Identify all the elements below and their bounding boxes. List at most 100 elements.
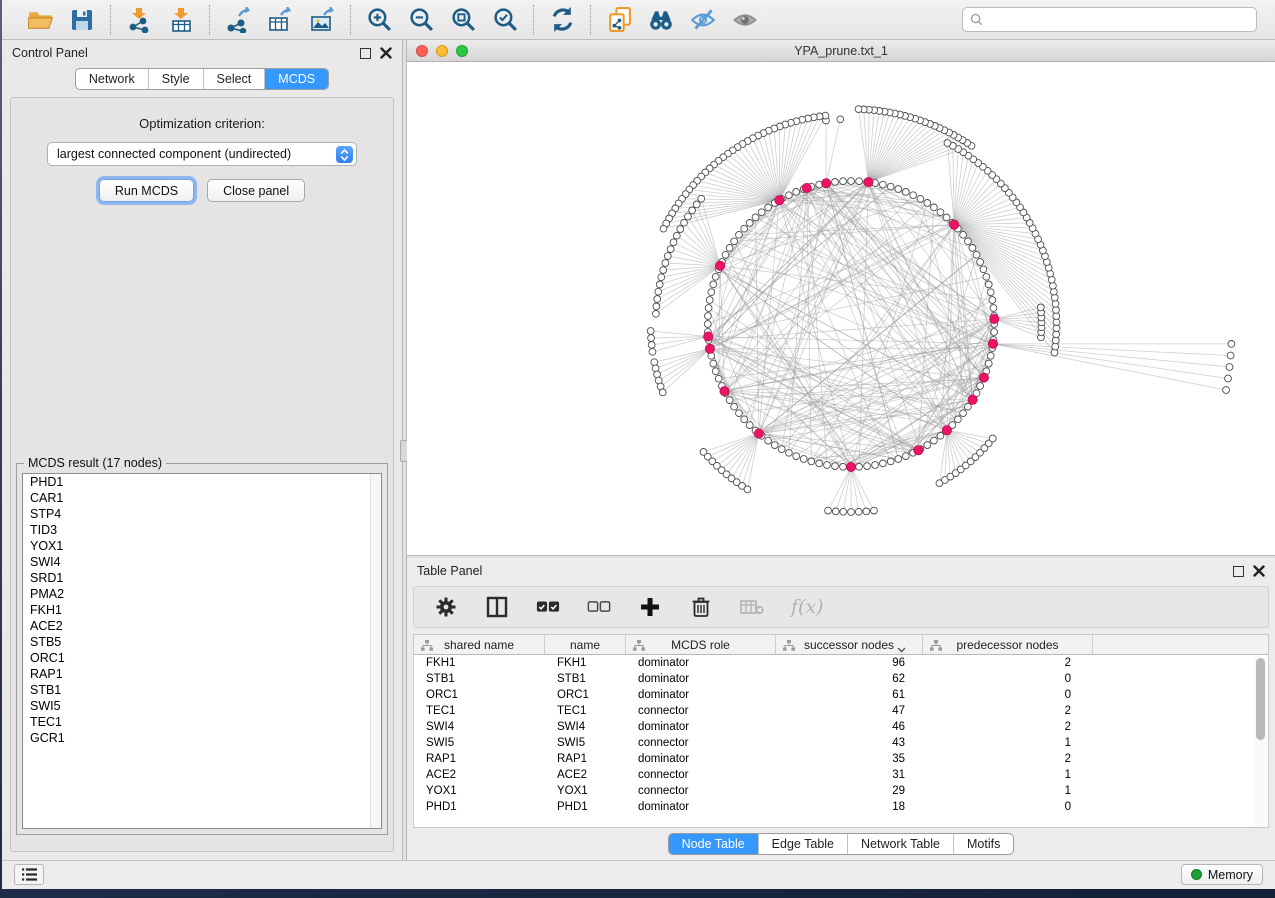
mcds-result-item[interactable]: STP4 [23,506,381,522]
open-file-button[interactable] [22,4,58,36]
export-image-button[interactable] [304,4,340,36]
run-mcds-button[interactable]: Run MCDS [99,179,194,202]
memory-button[interactable]: Memory [1181,864,1263,885]
table-cell: FKH1 [414,655,545,671]
mcds-result-item[interactable]: SRD1 [23,570,381,586]
close-panel-button[interactable]: Close panel [207,179,305,202]
hide-graphics-button[interactable] [685,4,721,36]
mcds-result-item[interactable]: SWI4 [23,554,381,570]
mcds-result-item[interactable]: YOX1 [23,538,381,554]
destroy-table-button[interactable] [740,595,764,619]
control-panel-title: Control Panel [12,46,88,60]
network-window: YPA_prune.txt_1 [407,40,1275,555]
table-row[interactable]: TEC1TEC1connector472 [414,703,1268,719]
network-graph[interactable] [407,62,1275,555]
table-scrollbar[interactable] [1254,656,1267,826]
tab-select[interactable]: Select [203,69,265,89]
show-graphics-button[interactable] [727,4,763,36]
delete-column-button[interactable] [689,595,713,619]
mcds-result-item[interactable]: STB1 [23,682,381,698]
mcds-result-item[interactable]: GCR1 [23,730,381,746]
zoom-selected-icon [492,6,519,33]
tab-motifs[interactable]: Motifs [953,834,1013,854]
table-row[interactable]: PHD1PHD1dominator180 [414,799,1268,815]
table-row[interactable]: ORC1ORC1dominator610 [414,687,1268,703]
import-table-button[interactable] [163,4,199,36]
float-panel-icon[interactable] [360,48,371,59]
table-scrollbar-thumb[interactable] [1256,658,1265,740]
close-table-panel-icon[interactable] [1253,565,1265,577]
mcds-result-item[interactable]: SWI5 [23,698,381,714]
column-header-predecessor-nodes[interactable]: predecessor nodes [923,635,1093,654]
network-window-titlebar[interactable]: YPA_prune.txt_1 [407,40,1275,62]
import-network-button[interactable] [121,4,157,36]
task-history-button[interactable] [14,864,44,885]
mcds-result-item[interactable]: PHD1 [23,474,381,490]
select-stepper-icon [336,146,353,163]
table-cell: RAP1 [545,751,626,767]
tab-style[interactable]: Style [148,69,203,89]
tab-mcds[interactable]: MCDS [264,69,328,89]
mcds-result-item[interactable]: STB5 [23,634,381,650]
mcds-result-list[interactable]: PHD1CAR1STP4TID3YOX1SWI4SRD1PMA2FKH1ACE2… [22,473,382,829]
table-cell: SWI4 [414,719,545,735]
mcds-result-item[interactable]: RAP1 [23,666,381,682]
table-row[interactable]: SWI5SWI5connector431 [414,735,1268,751]
refresh-icon [549,6,576,33]
select-all-button[interactable] [536,595,560,619]
zoom-in-icon [366,6,393,33]
table-settings-button[interactable] [434,595,458,619]
refresh-button[interactable] [544,4,580,36]
export-table-button[interactable] [262,4,298,36]
table-cell: 62 [776,671,923,687]
add-column-button[interactable] [638,595,662,619]
show-column-button[interactable] [485,595,509,619]
table-row[interactable]: FKH1FKH1dominator962 [414,655,1268,671]
first-neighbors-button[interactable] [643,4,679,36]
search-input[interactable] [988,13,1249,27]
open-folder-icon [27,6,54,33]
clone-network-button[interactable] [601,4,637,36]
control-panel-header: Control Panel [2,40,402,66]
zoom-in-button[interactable] [361,4,397,36]
float-table-panel-icon[interactable] [1233,566,1244,577]
tab-edge-table[interactable]: Edge Table [758,834,847,854]
mcds-list-scrollbar[interactable] [370,474,381,828]
search-box[interactable] [962,7,1257,32]
function-builder-button[interactable]: f(x) [791,596,824,618]
table-cell: 2 [923,655,1093,671]
network-canvas[interactable] [407,62,1275,555]
table-row[interactable]: ACE2ACE2connector311 [414,767,1268,783]
zoom-selected-button[interactable] [487,4,523,36]
column-header-mcds-role[interactable]: MCDS role [626,635,776,654]
zoom-fit-icon [450,6,477,33]
mcds-result-item[interactable]: TID3 [23,522,381,538]
zoom-fit-button[interactable] [445,4,481,36]
optimization-select[interactable]: largest connected component (undirected) [47,142,357,166]
tab-node-table[interactable]: Node Table [669,834,758,854]
table-cell: dominator [626,719,776,735]
mcds-result-item[interactable]: ACE2 [23,618,381,634]
tab-network[interactable]: Network [76,69,148,89]
network-window-title: YPA_prune.txt_1 [407,44,1275,58]
mcds-result-item[interactable]: TEC1 [23,714,381,730]
table-cell: connector [626,783,776,799]
mcds-result-item[interactable]: PMA2 [23,586,381,602]
zoom-out-button[interactable] [403,4,439,36]
table-row[interactable]: SWI4SWI4dominator462 [414,719,1268,735]
mcds-result-item[interactable]: FKH1 [23,602,381,618]
table-row[interactable]: STB1STB1dominator620 [414,671,1268,687]
export-network-button[interactable] [220,4,256,36]
column-header-successor-nodes[interactable]: successor nodes [776,635,923,654]
table-row[interactable]: YOX1YOX1connector291 [414,783,1268,799]
checked-boxes-icon [536,600,560,614]
mcds-result-item[interactable]: ORC1 [23,650,381,666]
close-panel-icon[interactable] [380,47,392,59]
deselect-all-button[interactable] [587,595,611,619]
mcds-result-item[interactable]: CAR1 [23,490,381,506]
table-row[interactable]: RAP1RAP1dominator352 [414,751,1268,767]
save-session-button[interactable] [64,4,100,36]
column-header-shared-name[interactable]: shared name [414,635,545,654]
tab-network-table[interactable]: Network Table [847,834,953,854]
column-header-name[interactable]: name [545,635,626,654]
